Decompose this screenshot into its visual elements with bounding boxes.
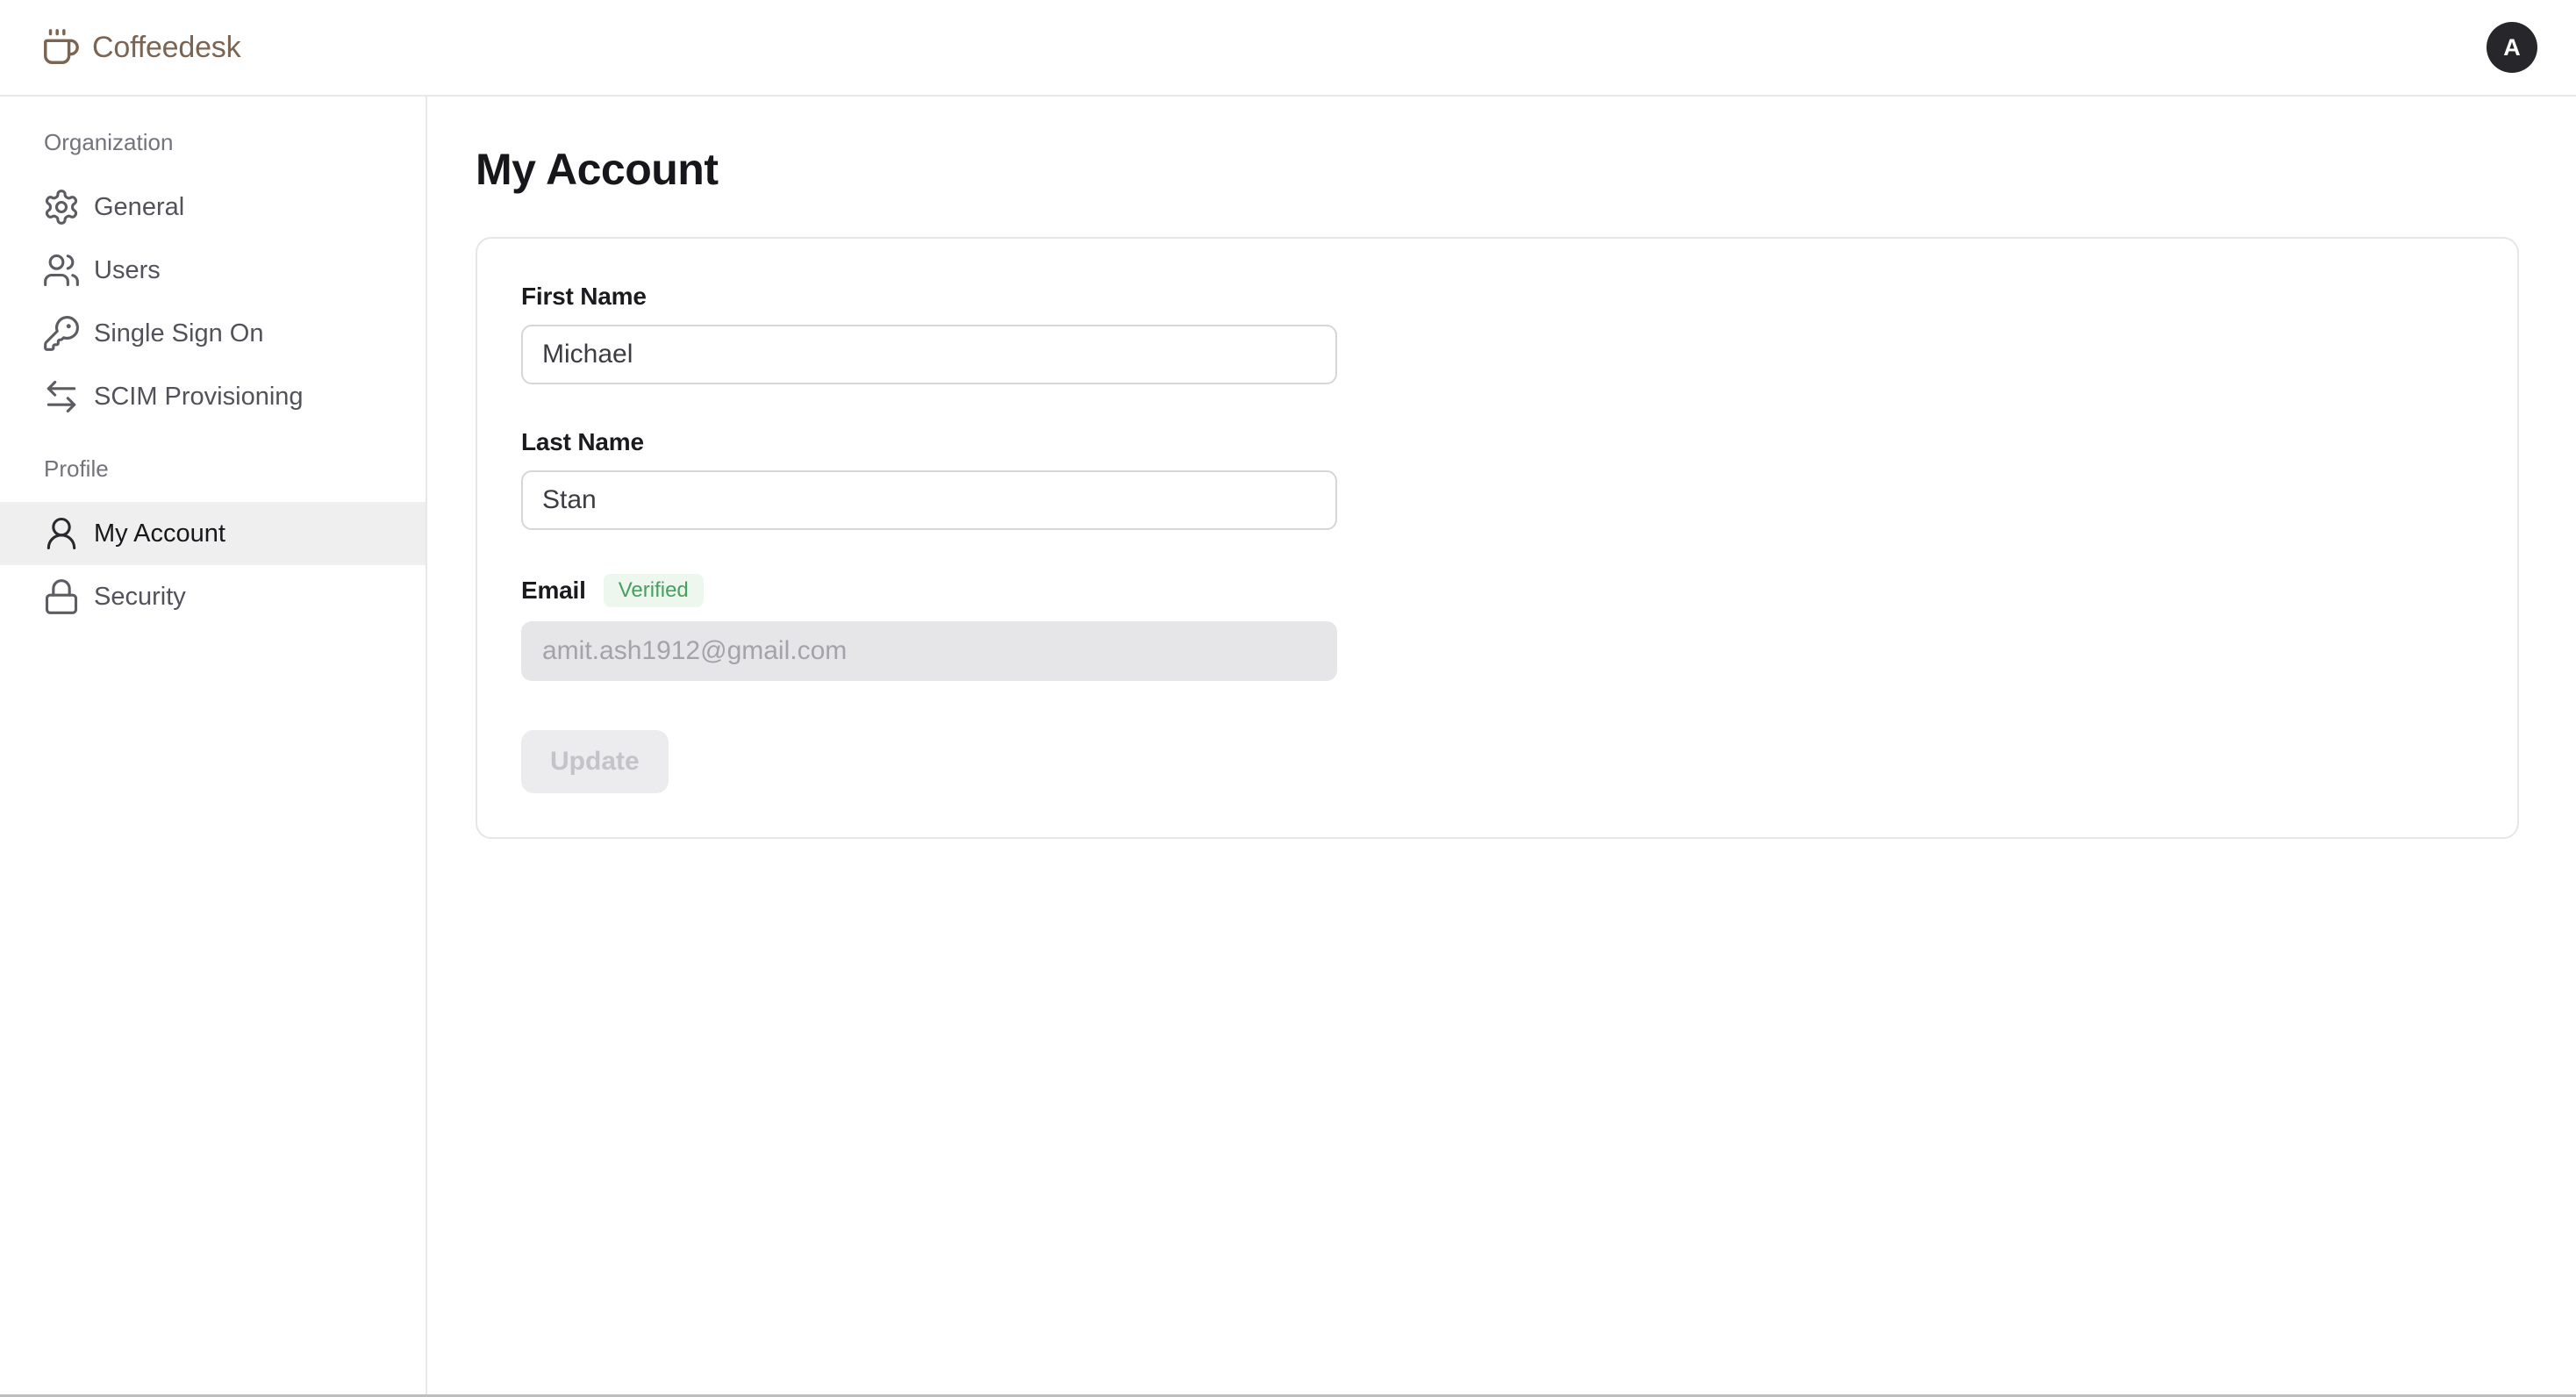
avatar-initial: A <box>2503 34 2521 61</box>
main-content: My Account First Name Last Name Email Ve… <box>427 97 2576 1395</box>
app-logo[interactable]: Coffeedesk <box>40 27 240 68</box>
user-icon <box>42 514 81 553</box>
avatar[interactable]: A <box>2487 22 2537 73</box>
key-icon <box>42 314 81 353</box>
account-card: First Name Last Name Email Verified Upda… <box>476 237 2519 839</box>
users-icon <box>42 251 81 290</box>
last-name-label: Last Name <box>521 428 2473 456</box>
lock-icon <box>42 577 81 616</box>
sidebar-item-label: Security <box>94 583 186 612</box>
sidebar-item-label: Single Sign On <box>94 319 263 348</box>
sidebar: Organization General Users Single Sign On SC… <box>0 97 427 1395</box>
first-name-input[interactable] <box>521 325 1337 384</box>
sidebar-item-my-account[interactable]: My Account <box>0 502 426 565</box>
gear-icon <box>42 188 81 226</box>
app-title: Coffeedesk <box>92 31 240 65</box>
email-input <box>521 621 1337 681</box>
email-label-row: Email Verified <box>521 574 2473 607</box>
last-name-input[interactable] <box>521 470 1337 530</box>
page-title: My Account <box>476 142 2576 197</box>
coffee-cup-icon <box>40 27 81 68</box>
sidebar-item-label: My Account <box>94 519 225 548</box>
sidebar-section-label: Profile <box>0 451 426 486</box>
page: Coffeedesk A Organization General Users Sin… <box>0 0 2576 1397</box>
update-button[interactable]: Update <box>521 730 669 793</box>
first-name-field: First Name <box>521 283 2473 384</box>
sidebar-item-single-sign-on[interactable]: Single Sign On <box>0 302 426 365</box>
email-label: Email <box>521 577 586 605</box>
sidebar-section-label: Organization <box>0 125 426 160</box>
email-verified-badge: Verified <box>604 574 704 607</box>
sidebar-section: Organization General Users Single Sign On SC… <box>0 125 426 428</box>
arrows-left-right-icon <box>42 377 81 416</box>
app-header: Coffeedesk A <box>0 0 2576 97</box>
last-name-field: Last Name <box>521 428 2473 530</box>
sidebar-item-label: General <box>94 193 184 222</box>
sidebar-item-security[interactable]: Security <box>0 565 426 628</box>
sidebar-item-label: Users <box>94 256 161 285</box>
sidebar-item-label: SCIM Provisioning <box>94 383 304 412</box>
sidebar-item-scim-provisioning[interactable]: SCIM Provisioning <box>0 365 426 428</box>
app-body: Organization General Users Single Sign On SC… <box>0 97 2576 1395</box>
first-name-label: First Name <box>521 283 2473 311</box>
sidebar-item-users[interactable]: Users <box>0 239 426 302</box>
sidebar-section: Profile My Account Security <box>0 451 426 628</box>
email-field: Email Verified <box>521 574 2473 681</box>
sidebar-item-general[interactable]: General <box>0 176 426 239</box>
